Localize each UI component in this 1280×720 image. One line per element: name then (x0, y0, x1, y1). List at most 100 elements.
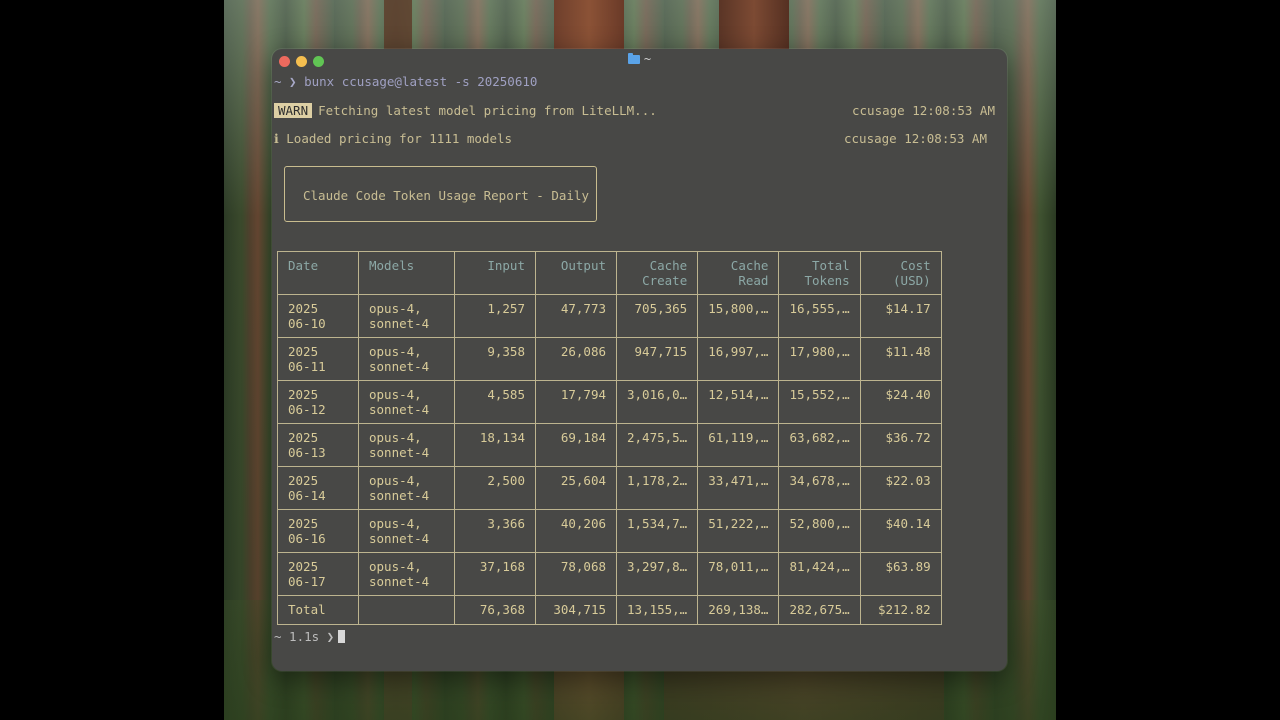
cell-models: opus-4, sonnet-4 (358, 423, 455, 467)
cell-date: 2025 06-14 (277, 466, 359, 510)
command-text: bunx ccusage@latest -s 20250610 (304, 74, 538, 89)
terminal-window[interactable]: ~ ~ ❯ bunx ccusage@latest -s 20250610 WA… (272, 49, 1007, 671)
cell-date: 2025 06-17 (277, 552, 359, 596)
warn-line: WARN Fetching latest model pricing from L… (274, 103, 657, 118)
cell-cache-read: 12,514,… (697, 380, 780, 424)
table-row: 2025 06-12 opus-4, sonnet-4 4,585 17,794 3… (277, 380, 942, 424)
info-message: Loaded pricing for 1111 models (286, 131, 513, 146)
cell-cache-create: 3,297,8… (615, 552, 699, 596)
warn-message: Fetching latest model pricing from LiteL… (318, 103, 657, 118)
column-header-input: Input (454, 251, 536, 295)
cell-cost: $40.14 (859, 509, 942, 553)
cell-cache-create: 3,016,0… (615, 380, 699, 424)
cell-cache-create: 2,475,5… (615, 423, 699, 467)
cell-output: 17,794 (535, 380, 617, 424)
warn-timestamp: ccusage 12:08:53 AM (852, 103, 995, 118)
end-prompt-line[interactable]: ~ 1.1s ❯ (274, 629, 346, 644)
end-prompt: ~ 1.1s ❯ (274, 629, 335, 644)
total-tokens: 282,675… (778, 595, 861, 625)
column-header-total-tokens: Total Tokens (778, 251, 861, 295)
column-header-cache-read: Cache Read (697, 251, 780, 295)
cell-cost: $11.48 (859, 337, 942, 381)
table-row: 2025 06-11 opus-4, sonnet-4 9,358 26,086 9… (277, 337, 942, 381)
table-row: 2025 06-10 opus-4, sonnet-4 1,257 47,773 7… (277, 294, 942, 338)
cell-cache-read: 78,011,… (697, 552, 780, 596)
cell-output: 25,604 (535, 466, 617, 510)
info-timestamp: ccusage 12:08:53 AM (844, 131, 987, 146)
cell-cache-create: 1,178,2… (615, 466, 699, 510)
cell-total-tokens: 81,424,… (778, 552, 861, 596)
cell-total-tokens: 16,555,… (778, 294, 861, 338)
table-total-row: Total 76,368 304,715 13,155,… 269,138… 2… (277, 595, 942, 625)
window-title: ~ (272, 52, 1007, 66)
info-line: ℹ Loaded pricing for 1111 models (274, 131, 512, 146)
cell-models: opus-4, sonnet-4 (358, 380, 455, 424)
total-cost: $212.82 (859, 595, 942, 625)
cell-output: 40,206 (535, 509, 617, 553)
total-models (358, 595, 455, 625)
report-title: Claude Code Token Usage Report - Daily (303, 188, 589, 203)
column-header-date: Date (277, 251, 359, 295)
cell-date: 2025 06-12 (277, 380, 359, 424)
cell-cache-create: 705,365 (615, 294, 699, 338)
usage-table: Date Models Input Output Cache Create Cac… (277, 251, 942, 625)
window-title-text: ~ (643, 52, 652, 66)
cell-models: opus-4, sonnet-4 (358, 466, 455, 510)
cell-cost: $14.17 (859, 294, 942, 338)
cell-models: opus-4, sonnet-4 (358, 294, 455, 338)
cell-date: 2025 06-11 (277, 337, 359, 381)
table-row: 2025 06-14 opus-4, sonnet-4 2,500 25,604 1… (277, 466, 942, 510)
cell-input: 37,168 (454, 552, 536, 596)
cell-total-tokens: 34,678,… (778, 466, 861, 510)
cell-date: 2025 06-16 (277, 509, 359, 553)
command-line: ~ ❯ bunx ccusage@latest -s 20250610 (274, 74, 537, 89)
column-header-models: Models (358, 251, 455, 295)
column-header-output: Output (535, 251, 617, 295)
cell-models: opus-4, sonnet-4 (358, 509, 455, 553)
cell-date: 2025 06-10 (277, 294, 359, 338)
cell-output: 69,184 (535, 423, 617, 467)
cell-total-tokens: 52,800,… (778, 509, 861, 553)
column-header-cost: Cost (USD) (859, 251, 942, 295)
cell-models: opus-4, sonnet-4 (358, 552, 455, 596)
total-input: 76,368 (454, 595, 536, 625)
total-cache-read: 269,138… (697, 595, 780, 625)
cell-input: 9,358 (454, 337, 536, 381)
column-header-cache-create: Cache Create (615, 251, 699, 295)
cell-models: opus-4, sonnet-4 (358, 337, 455, 381)
cell-cache-read: 15,800,… (697, 294, 780, 338)
warn-badge: WARN (274, 103, 313, 118)
cell-total-tokens: 17,980,… (778, 337, 861, 381)
cell-output: 47,773 (535, 294, 617, 338)
cell-cost: $22.03 (859, 466, 942, 510)
total-label: Total (277, 595, 359, 625)
cell-output: 78,068 (535, 552, 617, 596)
cell-input: 3,366 (454, 509, 536, 553)
cell-input: 1,257 (454, 294, 536, 338)
table-row: 2025 06-13 opus-4, sonnet-4 18,134 69,184 … (277, 423, 942, 467)
cell-cache-read: 61,119,… (697, 423, 780, 467)
cell-date: 2025 06-13 (277, 423, 359, 467)
cell-cost: $24.40 (859, 380, 942, 424)
cell-input: 2,500 (454, 466, 536, 510)
info-icon: ℹ (274, 131, 279, 146)
cell-total-tokens: 63,682,… (778, 423, 861, 467)
title-bar[interactable]: ~ (272, 49, 1007, 71)
total-output: 304,715 (535, 595, 617, 625)
table-row: 2025 06-17 opus-4, sonnet-4 37,168 78,068 … (277, 552, 942, 596)
cell-cache-create: 947,715 (615, 337, 699, 381)
cell-cost: $63.89 (859, 552, 942, 596)
cell-output: 26,086 (535, 337, 617, 381)
cell-input: 4,585 (454, 380, 536, 424)
cell-cache-create: 1,534,7… (615, 509, 699, 553)
total-cache-create: 13,155,… (615, 595, 699, 625)
cell-cache-read: 51,222,… (697, 509, 780, 553)
cell-total-tokens: 15,552,… (778, 380, 861, 424)
table-row: 2025 06-16 opus-4, sonnet-4 3,366 40,206 1… (277, 509, 942, 553)
folder-icon (627, 53, 640, 64)
text-cursor (338, 630, 346, 643)
table-header-row: Date Models Input Output Cache Create Cac… (277, 251, 942, 295)
cell-cost: $36.72 (859, 423, 942, 467)
cell-cache-read: 16,997,… (697, 337, 780, 381)
report-title-box: Claude Code Token Usage Report - Daily (284, 166, 597, 222)
